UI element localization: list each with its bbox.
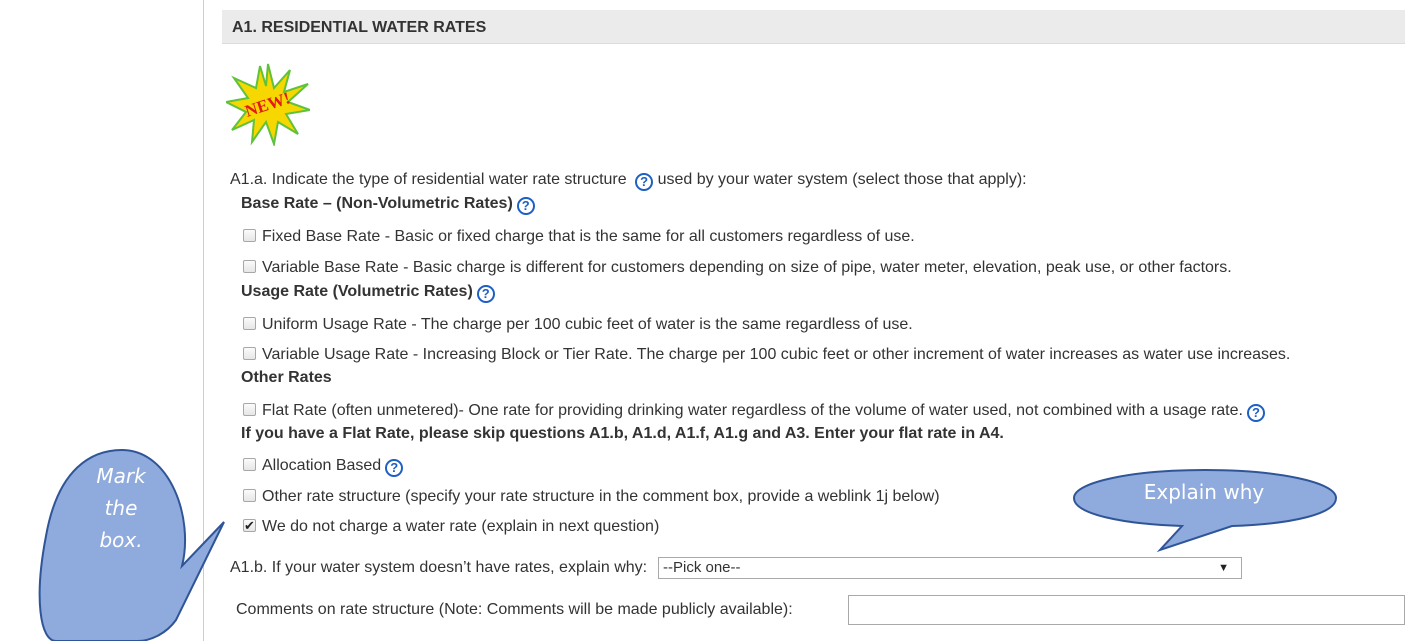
option-label: Allocation Based bbox=[262, 457, 382, 474]
option-label: We do not charge a water rate (explain i… bbox=[262, 518, 660, 535]
dropdown-arrow-icon: ▼ bbox=[1218, 562, 1229, 574]
help-icon[interactable]: ? bbox=[635, 173, 654, 191]
option-label: Flat Rate (often unmetered)- One rate fo… bbox=[262, 402, 1243, 419]
group-heading-other-rates: Other Rates bbox=[241, 369, 332, 386]
option-label: Variable Base Rate - Basic charge is dif… bbox=[262, 259, 1232, 276]
option-variable-usage-rate[interactable]: Variable Usage Rate - Increasing Block o… bbox=[243, 345, 1290, 365]
checkbox-checked[interactable] bbox=[243, 516, 256, 536]
comments-input[interactable] bbox=[848, 595, 1405, 625]
help-icon[interactable]: ? bbox=[476, 285, 495, 303]
group-heading-base-rate: Base Rate – (Non-Volumetric Rates)? bbox=[241, 194, 535, 215]
option-no-water-rate[interactable]: We do not charge a water rate (explain i… bbox=[243, 516, 660, 537]
checkbox[interactable] bbox=[243, 403, 256, 416]
select-value: --Pick one-- bbox=[663, 559, 741, 576]
question-a: A1.a. Indicate the type of residential w… bbox=[230, 170, 1027, 191]
option-uniform-usage-rate[interactable]: Uniform Usage Rate - The charge per 100 … bbox=[243, 315, 913, 335]
question-b-label: A1.b. If your water system doesn’t have … bbox=[230, 559, 648, 576]
checkbox[interactable] bbox=[243, 229, 256, 242]
option-label: Uniform Usage Rate - The charge per 100 … bbox=[262, 316, 913, 333]
question-a-text-after: used by your water system (select those … bbox=[657, 171, 1027, 188]
option-label: Variable Usage Rate - Increasing Block o… bbox=[262, 346, 1291, 363]
option-other-rate-structure[interactable]: Other rate structure (specify your rate … bbox=[243, 487, 940, 507]
checkbox[interactable] bbox=[243, 489, 256, 502]
option-variable-base-rate[interactable]: Variable Base Rate - Basic charge is dif… bbox=[243, 258, 1232, 278]
new-badge: NEW! bbox=[226, 63, 310, 146]
question-a-text: A1.a. Indicate the type of residential w… bbox=[230, 171, 627, 188]
help-icon[interactable]: ? bbox=[385, 459, 404, 477]
section-title: A1. RESIDENTIAL WATER RATES bbox=[232, 19, 487, 36]
option-flat-rate[interactable]: Flat Rate (often unmetered)- One rate fo… bbox=[243, 401, 1265, 422]
option-allocation-based[interactable]: Allocation Based? bbox=[243, 456, 404, 477]
callout-left-text: Mark the box. bbox=[96, 464, 146, 552]
callout-right-text: Explain why bbox=[1143, 480, 1265, 504]
option-label: Fixed Base Rate - Basic or fixed charge … bbox=[262, 228, 915, 245]
option-fixed-base-rate[interactable]: Fixed Base Rate - Basic or fixed charge … bbox=[243, 227, 915, 247]
explain-why-select[interactable]: --Pick one-- ▼ bbox=[658, 557, 1242, 579]
flat-rate-note: If you have a Flat Rate, please skip que… bbox=[241, 425, 1004, 442]
option-label: Other rate structure (specify your rate … bbox=[262, 488, 940, 505]
checkbox[interactable] bbox=[243, 458, 256, 471]
section-header: A1. RESIDENTIAL WATER RATES bbox=[222, 10, 1405, 44]
checkbox[interactable] bbox=[243, 260, 256, 273]
checkbox[interactable] bbox=[243, 317, 256, 330]
help-icon[interactable]: ? bbox=[516, 197, 535, 215]
checkbox[interactable] bbox=[243, 347, 256, 360]
group-heading-usage-rate: Usage Rate (Volumetric Rates)? bbox=[241, 282, 495, 303]
comments-label: Comments on rate structure (Note: Commen… bbox=[236, 601, 793, 618]
help-icon[interactable]: ? bbox=[1246, 404, 1265, 422]
